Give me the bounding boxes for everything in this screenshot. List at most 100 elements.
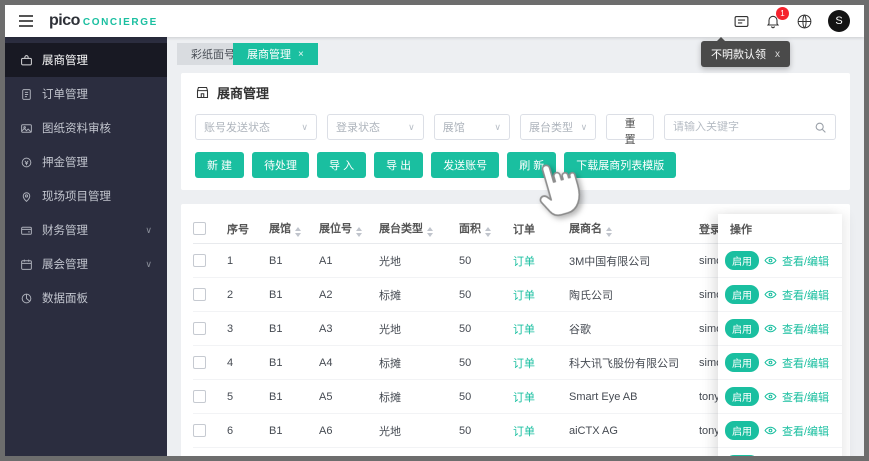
- wallet-icon: [21, 226, 32, 235]
- filter-panel: 展商管理 账号发送状态 ∨ 登录状态 ∨ 展馆 ∨ 展台类型 ∨ 重 置 请输入…: [181, 73, 850, 190]
- menu-icon[interactable]: [19, 15, 33, 27]
- order-link[interactable]: 订单: [513, 389, 569, 405]
- sort-icon[interactable]: [427, 227, 433, 237]
- row-checkbox[interactable]: [193, 254, 206, 267]
- reset-button[interactable]: 重 置: [606, 114, 654, 146]
- eye-icon: [764, 256, 777, 265]
- cell-exhibitor-name: 陶氏公司: [569, 289, 613, 302]
- order-link[interactable]: 订单: [513, 423, 569, 439]
- header-hall[interactable]: 展馆: [269, 220, 319, 237]
- sidebar-item-exhibitor-mgmt[interactable]: 展商管理: [5, 43, 167, 77]
- row-checkbox[interactable]: [193, 356, 206, 369]
- row-checkbox[interactable]: [193, 424, 206, 437]
- cell-type: 标摊: [379, 289, 401, 302]
- sidebar-item-onsite-project-mgmt[interactable]: 现场项目管理: [5, 179, 167, 213]
- notification-tooltip[interactable]: 不明款认领 x: [701, 37, 790, 67]
- cell-booth: A3: [319, 322, 333, 335]
- eye-icon: [764, 392, 777, 401]
- deposit-coin-icon: [21, 157, 32, 167]
- order-link[interactable]: 订单: [513, 321, 569, 337]
- cell-type: 标摊: [379, 357, 401, 370]
- tab-exhibitor-mgmt[interactable]: 展商管理 ×: [233, 43, 318, 65]
- view-edit-link[interactable]: 查看/编辑: [782, 253, 829, 269]
- send-account-button[interactable]: 发送账号: [431, 152, 500, 178]
- header-type[interactable]: 展台类型: [379, 220, 459, 237]
- row-checkbox[interactable]: [193, 390, 206, 403]
- cell-hall: B1: [269, 390, 283, 403]
- sort-icon[interactable]: [606, 227, 612, 237]
- new-button[interactable]: 新 建: [195, 152, 245, 178]
- sort-icon[interactable]: [295, 227, 301, 237]
- view-edit-link[interactable]: 查看/编辑: [782, 355, 829, 371]
- sidebar-item-blueprint-review[interactable]: 图纸资料审核: [5, 111, 167, 145]
- view-edit-link[interactable]: 查看/编辑: [782, 287, 829, 303]
- tooltip-close[interactable]: x: [775, 49, 780, 60]
- filter-account-send-status[interactable]: 账号发送状态 ∨: [195, 114, 317, 140]
- sidebar-item-data-dashboard[interactable]: 数据面板: [5, 281, 167, 315]
- cell-booth: A2: [319, 288, 333, 301]
- header-name[interactable]: 展商名: [569, 220, 699, 237]
- enable-pill[interactable]: 启用: [725, 421, 759, 440]
- tab-label: 展商管理: [247, 49, 291, 61]
- panel-title: 展商管理: [195, 83, 836, 102]
- claims-icon[interactable]: [733, 13, 750, 30]
- cell-seq: 4: [227, 356, 234, 369]
- sidebar-item-label: 图纸资料审核: [42, 123, 111, 135]
- filter-booth-type[interactable]: 展台类型 ∨: [519, 114, 597, 140]
- sidebar-item-deposit-mgmt[interactable]: 押金管理: [5, 145, 167, 179]
- order-link[interactable]: 订单: [513, 355, 569, 371]
- export-button[interactable]: 导 出: [374, 152, 424, 178]
- row-checkbox[interactable]: [193, 322, 206, 335]
- sidebar: 展商管理 订单管理 图纸资料审核 押金管理 现场项目管理 财务管理 ∨ 展会管理…: [5, 37, 167, 456]
- search-box: [664, 114, 836, 140]
- ops-row: 启用 查看/编辑: [718, 244, 842, 278]
- pending-button[interactable]: 待处理: [252, 152, 310, 178]
- import-button[interactable]: 导 入: [317, 152, 367, 178]
- view-edit-link[interactable]: 查看/编辑: [782, 321, 829, 337]
- header-order: 订单: [513, 223, 535, 236]
- header-booth[interactable]: 展位号: [319, 220, 379, 237]
- row-checkbox[interactable]: [193, 288, 206, 301]
- sidebar-item-expo-mgmt[interactable]: 展会管理 ∨: [5, 247, 167, 281]
- sort-icon[interactable]: [485, 227, 491, 237]
- chevron-down-icon: ∨: [408, 121, 415, 132]
- cell-hall: B1: [269, 254, 283, 267]
- cell-seq: 3: [227, 322, 234, 335]
- storefront-icon: [196, 86, 209, 99]
- download-template-button[interactable]: 下载展商列表模版: [564, 152, 677, 178]
- avatar[interactable]: S: [828, 10, 850, 32]
- cell-hall: B1: [269, 356, 283, 369]
- filter-login-status[interactable]: 登录状态 ∨: [326, 114, 424, 140]
- enable-pill[interactable]: 启用: [725, 353, 759, 372]
- tab-close-icon[interactable]: ×: [298, 49, 304, 60]
- language-globe-icon[interactable]: [796, 13, 813, 30]
- notifications-bell-icon[interactable]: 1: [765, 7, 789, 29]
- sidebar-item-order-mgmt[interactable]: 订单管理: [5, 77, 167, 111]
- eye-icon: [764, 426, 777, 435]
- filter-hall[interactable]: 展馆 ∨: [433, 114, 510, 140]
- header-actions: 1 S: [733, 7, 850, 32]
- brand-suffix: CONCIERGE: [82, 17, 158, 28]
- sidebar-item-finance-mgmt[interactable]: 财务管理 ∨: [5, 213, 167, 247]
- order-link[interactable]: 订单: [513, 287, 569, 303]
- search-input[interactable]: [673, 121, 814, 133]
- order-link[interactable]: 订单: [513, 253, 569, 269]
- view-edit-link[interactable]: 查看/编辑: [782, 389, 829, 405]
- eye-icon: [764, 290, 777, 299]
- enable-pill[interactable]: 启用: [725, 387, 759, 406]
- cell-area: 50: [459, 424, 472, 437]
- select-all-checkbox[interactable]: [193, 222, 206, 235]
- ops-row: 启用 查看/编辑: [718, 312, 842, 346]
- cell-booth: A5: [319, 390, 333, 403]
- enable-pill[interactable]: 启用: [725, 455, 759, 456]
- enable-pill[interactable]: 启用: [725, 251, 759, 270]
- chevron-down-icon: ∨: [145, 224, 152, 235]
- refresh-button[interactable]: 刷 新: [507, 152, 557, 178]
- ops-row: 启用 查看/编辑: [718, 414, 842, 448]
- enable-pill[interactable]: 启用: [725, 285, 759, 304]
- header-area[interactable]: 面积: [459, 220, 513, 237]
- sort-icon[interactable]: [356, 227, 362, 237]
- main-content: 彩纸面号 展商管理 × 展商管理 账号发送状态 ∨ 登录状态 ∨ 展馆 ∨ 展台…: [167, 37, 864, 456]
- enable-pill[interactable]: 启用: [725, 319, 759, 338]
- view-edit-link[interactable]: 查看/编辑: [782, 423, 829, 439]
